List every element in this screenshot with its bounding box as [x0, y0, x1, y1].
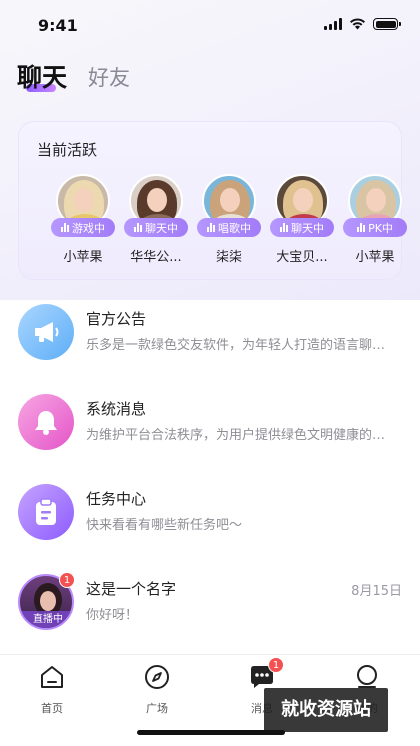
- bars-icon: [280, 223, 288, 232]
- unread-badge: 1: [59, 572, 75, 588]
- signal-icon: [324, 18, 342, 30]
- bars-icon: [207, 223, 215, 232]
- nav-home[interactable]: 首页: [17, 663, 87, 716]
- message-preview: 快来看看有哪些新任务吧～: [86, 518, 243, 533]
- battery-icon: [373, 18, 401, 30]
- profile-icon: [353, 663, 381, 691]
- status-badge: 唱歌中: [197, 218, 261, 237]
- home-icon: [38, 663, 66, 691]
- nav-square[interactable]: 广场: [122, 663, 192, 716]
- megaphone-icon: [18, 304, 74, 360]
- live-badge: 直播中: [20, 611, 72, 628]
- message-title: 任务中心: [86, 490, 147, 508]
- status-badge: 聊天中: [270, 218, 334, 237]
- message-item-system[interactable]: 系统消息 为维护平台合法秩序，为用户提供绿色文明健康的环境: [0, 394, 420, 474]
- user-name: 小苹果: [355, 250, 395, 265]
- active-user-3[interactable]: 唱歌中 柒柒: [193, 174, 265, 265]
- bars-icon: [134, 223, 142, 232]
- message-title: 系统消息: [86, 400, 147, 418]
- active-user-1[interactable]: 游戏中 小苹果: [47, 174, 119, 265]
- user-name: 小苹果: [63, 250, 103, 265]
- user-name: 柒柒: [215, 250, 242, 265]
- message-time: 8月15日: [351, 584, 402, 599]
- status-badge: PK中: [343, 218, 407, 237]
- message-preview: 你好呀！: [86, 608, 139, 623]
- message-item-announcement[interactable]: 官方公告 乐多是一款绿色交友软件，为年轻人打造的语言聊天平台: [0, 304, 420, 384]
- tab-chat[interactable]: 聊天: [17, 58, 67, 94]
- status-badge: 聊天中: [124, 218, 188, 237]
- message-title: 官方公告: [86, 310, 147, 328]
- active-user-4[interactable]: 聊天中 大宝贝...: [266, 174, 338, 265]
- bars-icon: [357, 223, 366, 232]
- nav-label: 首页: [41, 702, 63, 715]
- message-item-chat[interactable]: 直播中 1 这是一个名字 你好呀！ 8月15日: [0, 572, 420, 654]
- home-indicator: [137, 730, 285, 735]
- nav-label: 广场: [146, 702, 168, 715]
- tab-friends[interactable]: 好友: [88, 62, 130, 92]
- active-users-title: 当前活跃: [37, 141, 98, 159]
- user-name: 大宝贝...: [276, 250, 328, 265]
- active-user-2[interactable]: 聊天中 华华公...: [120, 174, 192, 265]
- compass-icon: [143, 663, 171, 691]
- active-user-5[interactable]: PK中 小苹果: [339, 174, 411, 265]
- status-time: 9:41: [38, 16, 78, 35]
- message-preview: 为维护平台合法秩序，为用户提供绿色文明健康的环境: [86, 428, 396, 443]
- status-icons: [324, 18, 401, 30]
- watermark: 就收资源站: [264, 688, 388, 732]
- status-badge: 游戏中: [51, 218, 115, 237]
- message-title: 这是一个名字: [86, 580, 177, 598]
- status-bar: 9:41: [0, 0, 420, 52]
- chat-icon: 1: [248, 657, 284, 691]
- clipboard-icon: [18, 484, 74, 540]
- unread-badge: 1: [268, 657, 284, 673]
- message-item-tasks[interactable]: 任务中心 快来看看有哪些新任务吧～: [0, 484, 420, 564]
- user-name: 华华公...: [130, 250, 182, 265]
- message-preview: 乐多是一款绿色交友软件，为年轻人打造的语言聊天平台: [86, 338, 396, 353]
- bell-icon: [18, 394, 74, 450]
- wifi-icon: [350, 18, 365, 30]
- active-users-card: 当前活跃 游戏中 小苹果 聊天中 华华公... 唱歌中 柒柒 聊天中 大宝贝..…: [18, 121, 407, 280]
- bars-icon: [61, 223, 69, 232]
